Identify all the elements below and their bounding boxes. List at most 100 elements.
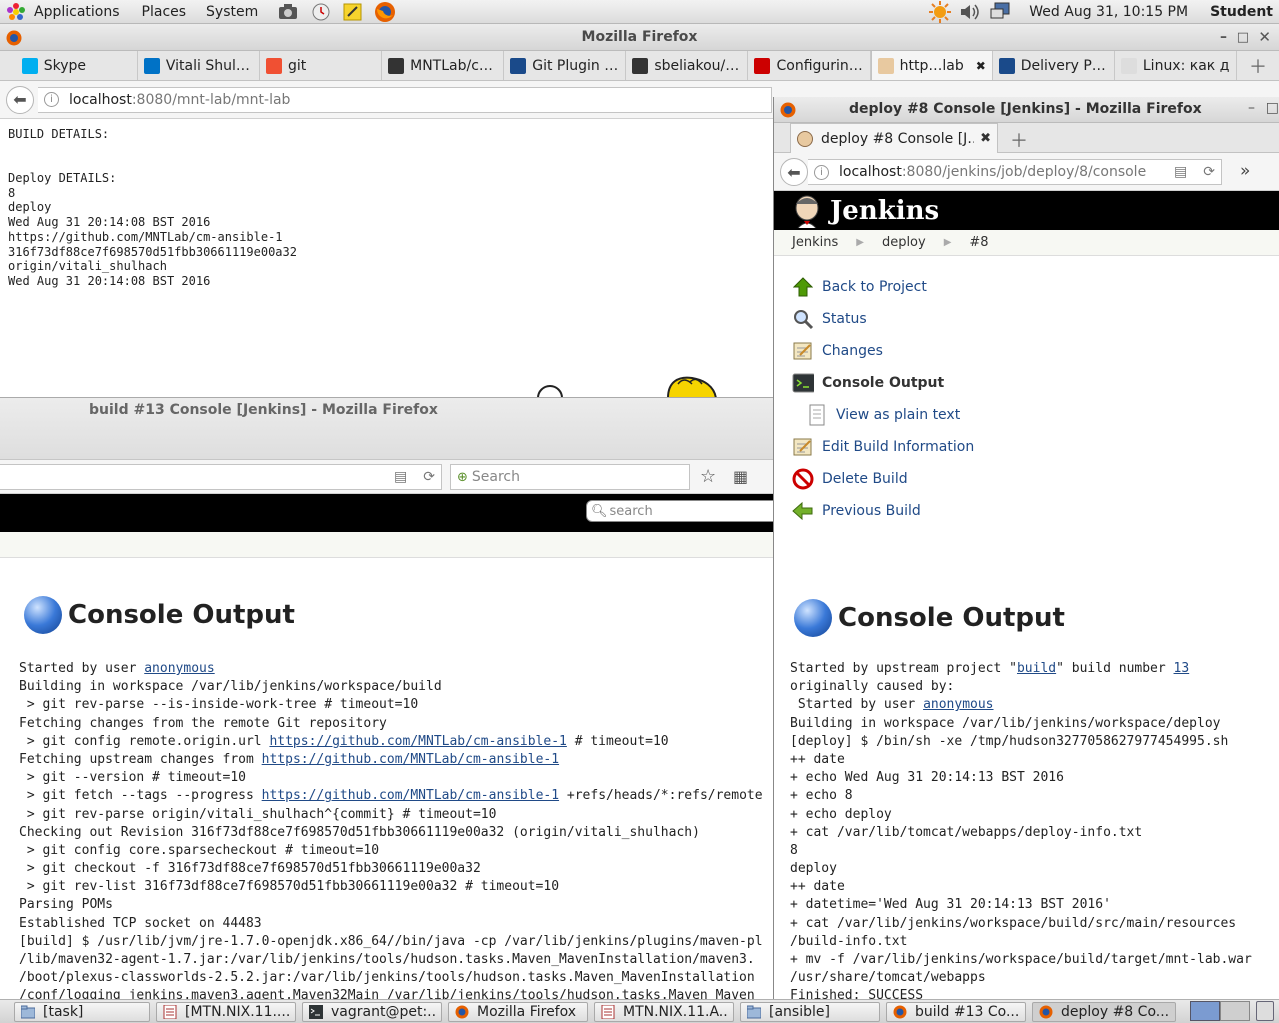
taskbar-item[interactable]: [MTN.NIX.11.... — [156, 1001, 296, 1022]
bookmark-star-icon[interactable]: ☆ — [700, 466, 716, 487]
breadcrumb-item[interactable]: Jenkins — [792, 235, 838, 250]
tab-label: Skype — [43, 57, 87, 74]
network-icon[interactable] — [989, 2, 1011, 22]
sidebar-item-previous-build[interactable]: Previous Build — [792, 495, 1192, 527]
jenkins-side-panel: Back to Project Status Changes Console Outp… — [792, 271, 1192, 527]
weather-sun-icon[interactable] — [929, 0, 952, 23]
info-icon[interactable]: i — [814, 164, 829, 180]
deploy-tab-label: deploy #8 Console [J… — [821, 130, 975, 147]
console-line: + cat /var/lib/jenkins/workspace/build/s… — [790, 915, 1252, 933]
minimize-button[interactable]: – — [1220, 24, 1227, 51]
reading-list-icon[interactable]: ▦ — [733, 467, 748, 486]
sidebar-item-label: View as plain text — [836, 407, 961, 423]
firefox-launcher-icon[interactable] — [374, 1, 396, 23]
browser-tab[interactable]: Linux: как до… — [1115, 51, 1237, 80]
console-text: [build] $ /usr/lib/jvm/jre-1.7.0-openjdk… — [19, 933, 763, 949]
places-menu[interactable]: Places — [134, 4, 195, 20]
browser-tab[interactable]: Delivery P… — [993, 51, 1115, 80]
reload-icon[interactable]: ⟳ — [423, 469, 435, 485]
deploy-tab[interactable]: deploy #8 Console [J… ✖ — [790, 123, 998, 153]
console-text: + datetime='Wed Aug 31 20:14:13 BST 2016… — [790, 897, 1111, 913]
taskbar-item[interactable]: Mozilla Firefox — [448, 1001, 588, 1022]
user-name[interactable]: Student — [1210, 4, 1273, 20]
breadcrumb-item[interactable]: deploy — [882, 235, 926, 250]
console-link[interactable]: anonymous — [923, 697, 993, 712]
deploy-nav-bar: ⬅ i localhost:8080/jenkins/job/deploy/8/… — [774, 153, 1279, 191]
sidebar-item-console-output[interactable]: Console Output — [792, 367, 1192, 399]
taskbar-item[interactable]: vagrant@pet:... — [302, 1001, 442, 1022]
taskbar-item[interactable]: build #13 Co... — [886, 1001, 1026, 1022]
info-icon[interactable]: i — [44, 92, 59, 107]
sidebar-item-edit-build-information[interactable]: Edit Build Information — [792, 431, 1192, 463]
back-button[interactable]: ⬅ — [780, 158, 808, 186]
console-line: Established TCP socket on 44483 — [19, 915, 763, 933]
build-url-bar[interactable]: ▤ ⟳ — [0, 464, 442, 490]
console-line: Started by upstream project "build" buil… — [790, 660, 1252, 678]
workspace-switcher[interactable] — [1190, 1001, 1250, 1021]
overflow-chevron-icon[interactable]: » — [1240, 161, 1250, 181]
clock[interactable]: Wed Aug 31, 10:15 PM — [1029, 4, 1188, 20]
close-tab-icon[interactable]: ✖ — [980, 131, 991, 146]
tab-favicon — [1120, 57, 1137, 74]
build-search-box[interactable]: ⊕ Search — [450, 464, 690, 490]
console-link[interactable]: build — [1017, 661, 1056, 676]
sidebar-item-view-as-plain-text[interactable]: View as plain text — [792, 399, 1192, 431]
sidebar-item-delete-build[interactable]: Delete Build — [792, 463, 1192, 495]
browser-tab[interactable]: Git Plugin … — [504, 51, 627, 80]
console-link[interactable]: https://github.com/MNTLab/cm-ansible-1 — [269, 734, 566, 749]
gnome-foot-icon[interactable] — [6, 2, 26, 22]
system-menu[interactable]: System — [198, 4, 266, 20]
console-text: /lib/maven32-agent-1.7.jar:/var/lib/jenk… — [19, 952, 755, 967]
new-tab-icon[interactable]: ＋ — [1010, 127, 1028, 153]
console-text: /conf/logging jenkins.maven3.agent.Maven… — [19, 988, 755, 999]
camera-icon[interactable] — [278, 3, 298, 21]
close-button[interactable]: ✕ — [1258, 24, 1271, 51]
workspace-2[interactable] — [1220, 1001, 1250, 1021]
jenkins-logo-icon — [792, 194, 822, 228]
taskbar-item[interactable]: [ansible] — [740, 1001, 880, 1022]
new-tab-icon[interactable]: ＋ — [1237, 51, 1279, 80]
console-link[interactable]: 13 — [1174, 661, 1190, 676]
browser-tab[interactable]: sbeliakou/… — [626, 51, 749, 80]
console-text: + echo deploy — [790, 806, 892, 822]
volume-icon[interactable] — [959, 2, 981, 22]
taskbar-item[interactable]: [task] — [14, 1001, 150, 1022]
top-panel: Applications Places System Wed Aug 31, 1… — [0, 0, 1279, 24]
jenkins-brand[interactable]: Jenkins — [830, 196, 939, 226]
console-link[interactable]: https://github.com/MNTLab/cm-ansible-1 — [262, 752, 559, 767]
sidebar-item-status[interactable]: Status — [792, 303, 1192, 335]
browser-tab[interactable]: git — [260, 51, 383, 80]
trash-icon[interactable] — [1256, 1001, 1274, 1021]
browser-tab[interactable]: Configurin… — [748, 51, 871, 80]
build-window-titlebar[interactable]: build #13 Console [Jenkins] - Mozilla Fi… — [0, 398, 774, 460]
back-button[interactable]: ⬅ — [6, 85, 34, 114]
reload-icon[interactable]: ⟳ — [1203, 164, 1215, 180]
reader-view-icon[interactable]: ▤ — [394, 469, 407, 485]
console-text: Checking out Revision 316f73df88ce7f6985… — [19, 824, 700, 840]
minimize-button[interactable]: – — [1248, 100, 1255, 116]
clock-mail-icon[interactable] — [310, 2, 332, 22]
workspace-1[interactable] — [1190, 1001, 1220, 1021]
jenkins-search-box[interactable]: 🔍︎ search — [586, 500, 774, 522]
taskbar-item[interactable]: deploy #8 Co... — [1032, 1001, 1176, 1022]
maximize-button[interactable]: □ — [1266, 100, 1279, 116]
maximize-button[interactable]: □ — [1237, 24, 1249, 51]
main-window-titlebar[interactable]: Mozilla Firefox – □ ✕ — [0, 24, 1279, 51]
notes-icon[interactable] — [342, 2, 364, 22]
reader-view-icon[interactable]: ▤ — [1174, 164, 1187, 180]
console-link[interactable]: anonymous — [144, 661, 214, 676]
deploy-window-titlebar[interactable]: deploy #8 Console [Jenkins] - Mozilla Fi… — [774, 97, 1279, 123]
breadcrumb-item[interactable]: #8 — [969, 235, 988, 250]
browser-tab[interactable]: MNTLab/c… — [382, 51, 505, 80]
deploy-url-bar[interactable]: i localhost:8080/jenkins/job/deploy/8/co… — [808, 159, 1222, 185]
applications-menu[interactable]: Applications — [26, 4, 128, 20]
browser-tab[interactable]: http…lab ✖ — [870, 51, 993, 80]
browser-tab[interactable]: Vitali Shul… — [138, 51, 260, 80]
close-tab-icon[interactable]: ✖ — [976, 59, 986, 73]
browser-tab[interactable]: Skype — [16, 51, 138, 80]
taskbar-item[interactable]: MTN.NIX.11.A... — [594, 1001, 734, 1022]
console-link[interactable]: https://github.com/MNTLab/cm-ansible-1 — [262, 788, 559, 803]
sidebar-item-changes[interactable]: Changes — [792, 335, 1192, 367]
main-url-bar[interactable]: i localhost:8080/mnt-lab/mnt-lab — [38, 86, 772, 113]
sidebar-item-back-to-project[interactable]: Back to Project — [792, 271, 1192, 303]
